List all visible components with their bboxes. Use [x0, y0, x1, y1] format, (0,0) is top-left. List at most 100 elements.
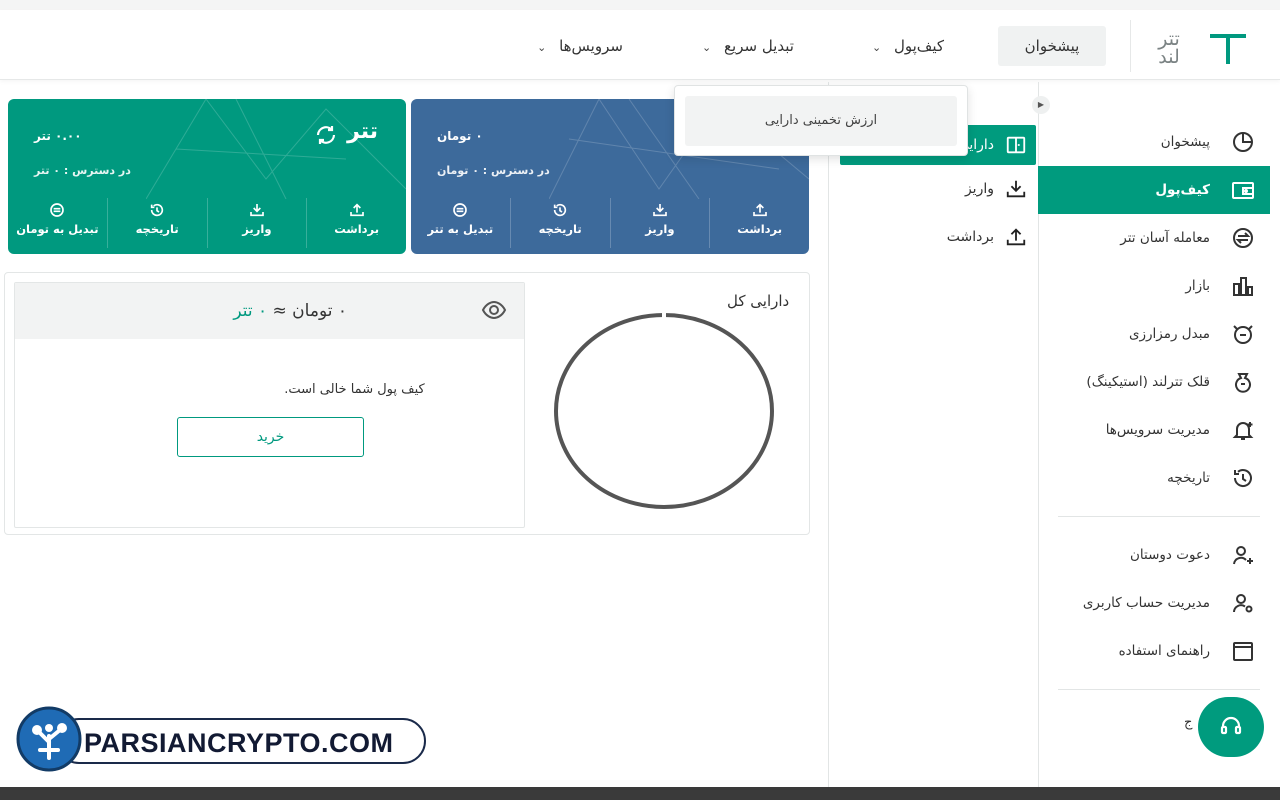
- refresh-icon[interactable]: [314, 123, 338, 147]
- sidebar-item-dashboard[interactable]: پیشخوان: [1038, 118, 1270, 166]
- sidebar-item-label: دعوت دوستان: [1130, 547, 1210, 563]
- download-icon: [1004, 177, 1028, 201]
- watermark-logo-icon: [16, 706, 82, 772]
- eye-icon[interactable]: [481, 297, 507, 323]
- chevron-down-icon: ⌄: [537, 41, 547, 54]
- download-icon: [653, 204, 667, 217]
- support-chat-button[interactable]: [1198, 697, 1264, 757]
- tether-card-title: تتر: [347, 119, 378, 144]
- sidebar-item-guide[interactable]: راهنمای استفاده: [1038, 627, 1270, 675]
- logo[interactable]: تتر لند: [1130, 20, 1266, 72]
- submenu-divider: [828, 82, 829, 788]
- wallet-total: ۰ تومان ≈ ۰ تتر: [233, 301, 347, 321]
- sidebar-item-converter[interactable]: مبدل رمزارزی: [1038, 310, 1270, 358]
- bottom-bar: [0, 787, 1280, 800]
- sidebar-item-label: راهنمای استفاده: [1118, 643, 1210, 659]
- user-gear-icon: [1230, 590, 1256, 616]
- submenu-item-label: برداشت: [946, 229, 994, 245]
- nav-quick-convert[interactable]: ⌄ تبدیل سریع: [692, 26, 804, 66]
- sidebar-item-label: قلک تترلند (استیکینگ): [1086, 374, 1210, 390]
- nav-services[interactable]: ⌄ سرویس‌ها: [530, 26, 630, 66]
- watermark: PARSIANCRYPTO.COM: [16, 706, 428, 772]
- empty-wallet-message: کیف پول شما خالی است.: [284, 382, 425, 397]
- sidebar: پیشخوان کیف‌پول معامله آسان تتر بازار مب…: [1038, 118, 1270, 704]
- history-icon: [553, 203, 567, 217]
- tether-card: تتر ۰.۰۰ تتر در دسترس : ۰ تتر برداشت وار…: [8, 99, 406, 254]
- logo-text: تتر لند: [1158, 28, 1180, 68]
- top-header: تتر لند پیشخوان ⌄ کیف‌پول ⌄ تبدیل سریع ⌄…: [0, 10, 1280, 80]
- top-strip: [0, 0, 1280, 10]
- upload-icon: [752, 203, 767, 217]
- download-icon: [250, 204, 264, 217]
- toman-convert-button[interactable]: تبدیل به تتر: [411, 198, 510, 248]
- upload-icon: [349, 203, 364, 217]
- guide-icon: [1230, 638, 1256, 664]
- chevron-down-icon: ⌄: [871, 41, 882, 54]
- chevron-down-icon: ⌄: [702, 41, 712, 54]
- sidebar-item-label: تاریخچه: [1167, 470, 1210, 486]
- assets-panel: دارایی کل ۰ تومان ≈ ۰ تتر کیف پول شما خا…: [4, 272, 810, 535]
- nav-wallet[interactable]: ⌄ کیف‌پول: [862, 26, 954, 66]
- sidebar-item-label: معامله آسان تتر: [1120, 230, 1210, 246]
- sidebar-item-label: مدیریت حساب کاربری: [1082, 595, 1210, 611]
- wallet-dropdown: ارزش تخمینی دارایی: [674, 85, 968, 156]
- nav-wallet-label: کیف‌پول: [893, 37, 945, 55]
- submenu-item-deposit[interactable]: واریز: [840, 165, 1036, 213]
- tether-convert-button[interactable]: تبدیل به تومان: [8, 198, 107, 248]
- submenu-item-label: واریز: [964, 181, 994, 197]
- watermark-text: PARSIANCRYPTO.COM: [84, 728, 394, 758]
- toman-deposit-button[interactable]: واریز: [609, 198, 710, 248]
- nav-dashboard[interactable]: پیشخوان: [998, 26, 1106, 66]
- wallet-total-tether: ۰ تتر: [233, 301, 268, 321]
- sidebar-item-wallet[interactable]: کیف‌پول: [1038, 166, 1270, 214]
- dashboard-icon: [1230, 129, 1256, 155]
- toman-withdraw-button[interactable]: برداشت: [709, 198, 809, 248]
- wallet-summary-header: ۰ تومان ≈ ۰ تتر: [15, 283, 524, 339]
- sidebar-item-label: پیشخوان: [1160, 134, 1210, 150]
- wallet-open-icon: [1004, 133, 1028, 157]
- toman-history-button[interactable]: تاریخچه: [509, 198, 610, 248]
- submenu-item-withdraw[interactable]: برداشت: [840, 213, 1036, 261]
- sidebar-item-account[interactable]: مدیریت حساب کاربری: [1038, 579, 1270, 627]
- toman-card-actions: برداشت واریز تاریخچه تبدیل به تتر: [411, 198, 809, 248]
- tether-history-button[interactable]: تاریخچه: [106, 198, 207, 248]
- wallet-icon: [1230, 177, 1256, 203]
- toman-available: در دسترس : ۰ تومان: [437, 164, 550, 177]
- tether-balance: ۰.۰۰ تتر: [34, 129, 82, 143]
- exchange-icon: [50, 203, 65, 217]
- sidebar-item-label: کیف‌پول: [1155, 182, 1210, 198]
- chart-bars-icon: [1230, 273, 1256, 299]
- collapse-sidebar-button[interactable]: ▶: [1032, 96, 1050, 114]
- approx-sign: ≈: [272, 301, 287, 321]
- sidebar-item-history[interactable]: تاریخچه: [1038, 454, 1270, 502]
- toman-balance: ۰ تومان: [437, 129, 483, 143]
- nav-services-label: سرویس‌ها: [559, 37, 623, 55]
- tether-available: در دسترس : ۰ تتر: [34, 164, 131, 177]
- piggy-bank-icon: [1230, 369, 1256, 395]
- nav-quick-convert-label: تبدیل سریع: [724, 37, 794, 55]
- assets-donut-chart: [554, 312, 774, 509]
- exchange-icon: [453, 203, 468, 217]
- converter-icon: [1230, 321, 1256, 347]
- tether-withdraw-button[interactable]: برداشت: [306, 198, 406, 248]
- nav-dashboard-label: پیشخوان: [1024, 37, 1080, 55]
- sidebar-separator: [1058, 516, 1260, 517]
- buy-button[interactable]: خرید: [177, 417, 364, 457]
- sidebar-item-staking[interactable]: قلک تترلند (استیکینگ): [1038, 358, 1270, 406]
- sidebar-item-label: مدیریت سرویس‌ها: [1105, 422, 1210, 438]
- sidebar-item-easy-trade[interactable]: معامله آسان تتر: [1038, 214, 1270, 262]
- upload-icon: [1004, 225, 1028, 249]
- sidebar-item-label: بازار: [1185, 278, 1210, 294]
- total-assets-title: دارایی کل: [727, 292, 790, 310]
- wallet-summary-box: ۰ تومان ≈ ۰ تتر کیف پول شما خالی است. خر…: [14, 282, 525, 528]
- sidebar-item-services[interactable]: مدیریت سرویس‌ها: [1038, 406, 1270, 454]
- tether-deposit-button[interactable]: واریز: [206, 198, 307, 248]
- tetherland-logo-icon: [1210, 34, 1246, 64]
- card-pattern: [146, 99, 406, 199]
- sidebar-item-invite[interactable]: دعوت دوستان: [1038, 531, 1270, 579]
- bell-plus-icon: [1230, 417, 1256, 443]
- user-plus-icon: [1230, 542, 1256, 568]
- dropdown-item-estimated-value[interactable]: ارزش تخمینی دارایی: [685, 96, 957, 146]
- sidebar-item-label: مبدل رمزارزی: [1128, 326, 1210, 342]
- sidebar-item-market[interactable]: بازار: [1038, 262, 1270, 310]
